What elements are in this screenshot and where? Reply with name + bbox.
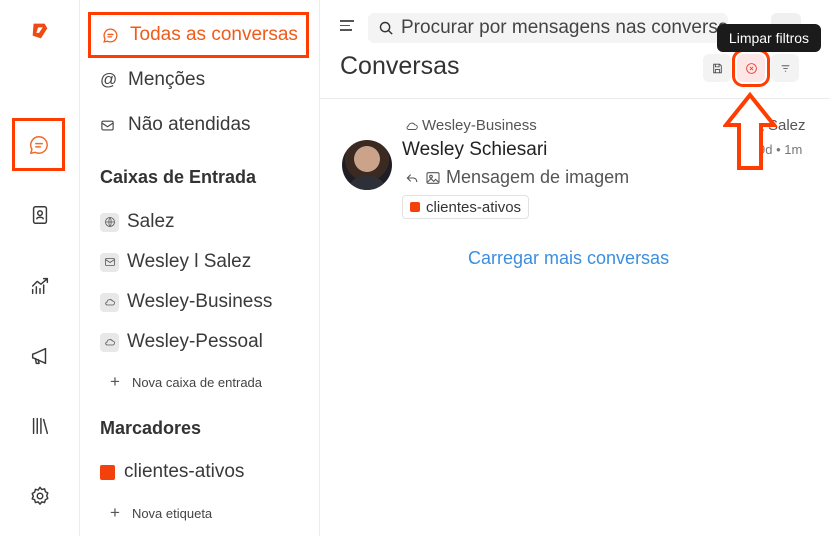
settings-icon[interactable]	[15, 471, 65, 521]
highlight-arrow-icon	[723, 92, 777, 170]
inbox-label: Salez	[127, 211, 175, 232]
cloud-icon	[100, 332, 119, 352]
nav-unattended[interactable]: Não atendidas	[100, 110, 251, 140]
inbox-icon	[100, 118, 122, 133]
nav-unattended-label: Não atendidas	[128, 114, 251, 135]
conversations-icon[interactable]	[12, 118, 65, 171]
clear-filters-tooltip: Limpar filtros	[717, 24, 821, 52]
cloud-icon	[100, 292, 119, 312]
inbox-label: Wesley l Salez	[127, 251, 252, 272]
last-message-text: Mensagem de imagem	[446, 167, 630, 187]
reply-icon	[406, 173, 418, 182]
filter-button[interactable]	[771, 54, 799, 82]
conversation-tag: clientes-ativos	[402, 195, 530, 219]
add-label-button[interactable]: + Nova etiqueta	[110, 503, 212, 523]
conversation-inbox-label: Wesley-Business	[422, 117, 537, 134]
save-filter-button[interactable]	[703, 54, 731, 82]
conversation-list-panel: Conversas Limpar filtros Wesley-Business…	[320, 0, 830, 536]
contacts-icon[interactable]	[15, 190, 65, 240]
cloud-icon	[406, 122, 418, 130]
chat-icon	[102, 27, 124, 44]
inbox-label: Wesley-Pessoal	[127, 331, 263, 352]
inbox-item[interactable]: Wesley-Pessoal	[100, 329, 263, 355]
avatar	[342, 140, 392, 190]
library-icon[interactable]	[15, 401, 65, 451]
load-more-link[interactable]: Carregar mais conversas	[468, 248, 669, 269]
inbox-label: Wesley-Business	[127, 291, 273, 312]
search-icon	[379, 21, 393, 35]
filter-icon	[781, 64, 789, 72]
plus-icon: +	[110, 503, 120, 522]
nav-mentions[interactable]: @ Menções	[100, 65, 205, 95]
globe-icon	[100, 212, 119, 232]
add-inbox-button[interactable]: + Nova caixa de entrada	[110, 372, 262, 392]
last-message: Mensagem de imagem	[404, 167, 629, 188]
page-title: Conversas	[340, 52, 460, 80]
nav-mentions-label: Menções	[128, 69, 206, 90]
inbox-item[interactable]: Wesley l Salez	[100, 249, 251, 275]
logo-icon[interactable]	[15, 6, 65, 56]
plus-icon: +	[110, 372, 120, 391]
inboxes-section-title: Caixas de Entrada	[100, 167, 257, 187]
at-icon: @	[100, 70, 118, 89]
tag-color-swatch	[410, 202, 420, 212]
add-label-label: Nova etiqueta	[131, 505, 213, 521]
inbox-item[interactable]: Wesley-Business	[100, 289, 272, 315]
nav-all-label: Todas as conversas	[130, 24, 298, 45]
conversation-tag-label: clientes-ativos	[426, 198, 522, 216]
menu-toggle-icon[interactable]	[340, 20, 354, 34]
contact-name: Wesley Schiesari	[402, 139, 548, 160]
search-box[interactable]	[368, 13, 728, 43]
mail-icon	[100, 252, 119, 272]
labels-section-title: Marcadores	[100, 418, 202, 438]
image-icon	[426, 171, 440, 184]
save-icon	[712, 63, 722, 73]
label-item[interactable]: clientes-ativos	[100, 461, 244, 483]
app-rail	[0, 0, 80, 536]
secondary-sidebar: Todas as conversas @ Menções Não atendid…	[80, 0, 320, 536]
search-input[interactable]	[401, 17, 728, 39]
nav-all-conversations[interactable]: Todas as conversas	[88, 12, 309, 58]
label-color-swatch	[100, 464, 115, 480]
campaigns-icon[interactable]	[15, 331, 65, 381]
add-inbox-label: Nova caixa de entrada	[131, 374, 263, 390]
label-name: clientes-ativos	[124, 461, 245, 482]
inbox-item[interactable]: Salez	[100, 209, 175, 235]
reports-icon[interactable]	[15, 261, 65, 311]
clear-circle-icon	[745, 62, 757, 74]
clear-filters-button[interactable]	[732, 49, 770, 87]
conversation-inbox: Wesley-Business	[405, 117, 537, 134]
